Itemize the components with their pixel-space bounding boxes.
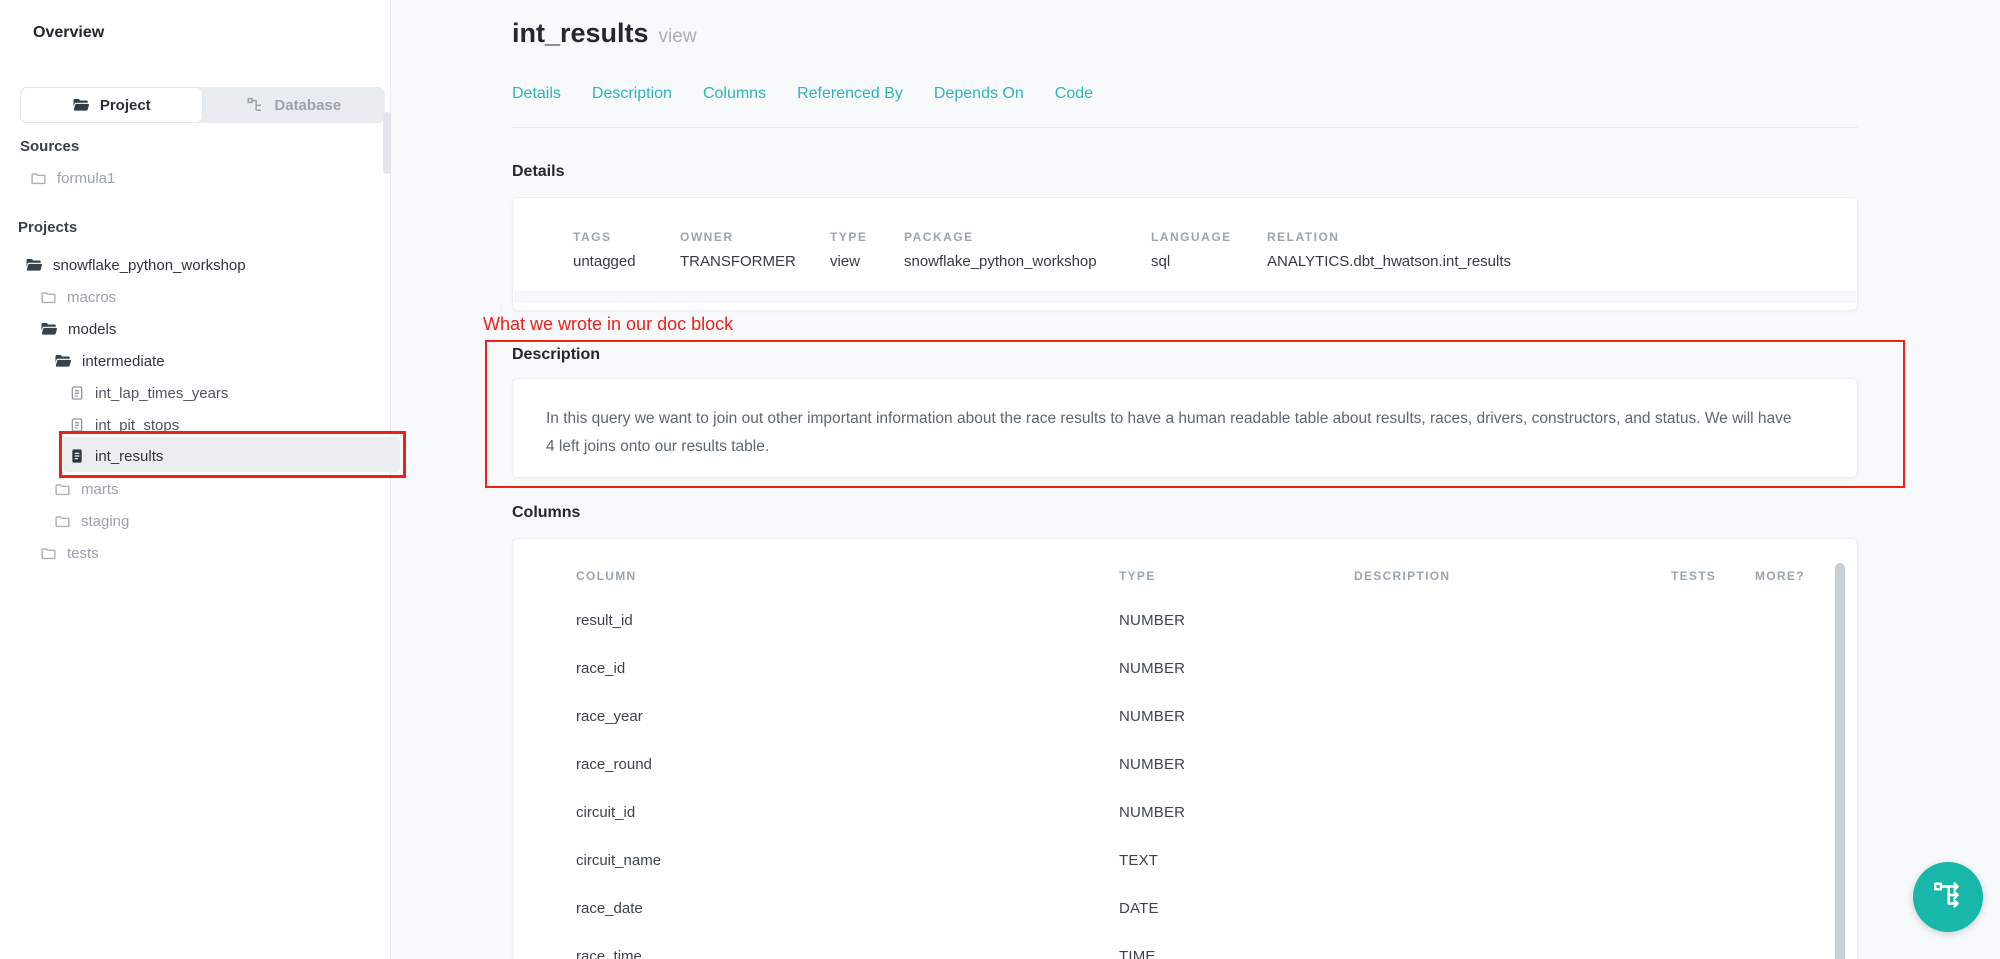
sidebar-scrollbar[interactable] [383, 112, 391, 174]
columns-table-body: result_id NUMBER race_id NUMBER race_yea… [513, 596, 1857, 959]
tab-depends-on[interactable]: Depends On [934, 85, 1024, 103]
folder-closed-icon [40, 289, 57, 306]
model-name: int_results [512, 18, 649, 48]
tab-details[interactable]: Details [512, 85, 561, 103]
table-row-result-id[interactable]: result_id NUMBER [513, 596, 1857, 644]
toggle-database-label: Database [274, 97, 341, 114]
columns-card: COLUMN TYPE DESCRIPTION TESTS MORE? resu… [512, 538, 1858, 959]
table-row-race-id[interactable]: race_id NUMBER [513, 644, 1857, 692]
folder-open-icon [25, 256, 43, 274]
column-header-description: DESCRIPTION [1354, 569, 1671, 583]
toggle-project-label: Project [100, 97, 151, 114]
toggle-database-button[interactable]: Database [203, 87, 386, 123]
column-header-type: TYPE [1119, 569, 1354, 583]
sidebar-item-macros[interactable]: macros [40, 282, 116, 312]
folder-open-icon [40, 320, 58, 338]
view-toggle: Project Database [20, 87, 385, 123]
sidebar-item-staging[interactable]: staging [54, 506, 129, 536]
sidebar-item-label: tests [67, 545, 99, 562]
sidebar-item-label: int_lap_times_years [95, 385, 228, 402]
sidebar-item-label: intermediate [82, 353, 165, 370]
tab-columns[interactable]: Columns [703, 85, 766, 103]
dbt-docs-app: Overview Project Database Sources formul… [0, 0, 2000, 959]
details-fields: TAGS untagged OWNER TRANSFORMER TYPE vie… [513, 198, 1857, 270]
folder-open-icon [54, 352, 72, 370]
tab-bar: Details Description Columns Referenced B… [512, 85, 1093, 103]
tab-referenced-by[interactable]: Referenced By [797, 85, 903, 103]
detail-field-owner: OWNER TRANSFORMER [680, 230, 830, 270]
page-title: int_results view [512, 18, 697, 49]
table-row-race-round[interactable]: race_round NUMBER [513, 740, 1857, 788]
sidebar-item-snowflake-python-workshop[interactable]: snowflake_python_workshop [25, 250, 246, 280]
sidebar-item-label: snowflake_python_workshop [53, 257, 246, 274]
tab-code[interactable]: Code [1055, 85, 1093, 103]
detail-field-language: LANGUAGE sql [1151, 230, 1267, 270]
lineage-graph-icon [1931, 878, 1965, 917]
document-icon [69, 385, 85, 401]
details-card-footer [514, 291, 1856, 303]
table-row-race-time[interactable]: race_time TIME [513, 932, 1857, 959]
detail-field-type: TYPE view [830, 230, 904, 270]
sources-section-label: Sources [20, 138, 79, 155]
columns-scrollbar[interactable] [1835, 563, 1845, 959]
table-row-circuit-id[interactable]: circuit_id NUMBER [513, 788, 1857, 836]
folder-closed-icon [54, 513, 71, 530]
sidebar: Overview Project Database Sources formul… [0, 0, 391, 959]
detail-field-package: PACKAGE snowflake_python_workshop [904, 230, 1151, 270]
folder-closed-icon [30, 170, 47, 187]
folder-closed-icon [54, 481, 71, 498]
folder-closed-icon [40, 545, 57, 562]
details-card: TAGS untagged OWNER TRANSFORMER TYPE vie… [512, 197, 1858, 311]
projects-section-label: Projects [18, 219, 77, 236]
column-header-column: COLUMN [576, 569, 1119, 583]
columns-table-header: COLUMN TYPE DESCRIPTION TESTS MORE? [513, 569, 1857, 583]
detail-field-tags: TAGS untagged [573, 230, 680, 270]
table-row-race-year[interactable]: race_year NUMBER [513, 692, 1857, 740]
annotation-box-sidebar [59, 431, 406, 478]
sidebar-item-formula1[interactable]: formula1 [30, 163, 115, 193]
sidebar-title: Overview [33, 24, 104, 42]
sidebar-item-marts[interactable]: marts [54, 474, 119, 504]
header-divider [512, 127, 1858, 128]
annotation-box-description [485, 340, 1905, 488]
toggle-project-button[interactable]: Project [20, 87, 203, 123]
table-row-race-date[interactable]: race_date DATE [513, 884, 1857, 932]
sidebar-item-label: marts [81, 481, 119, 498]
sidebar-item-label: staging [81, 513, 129, 530]
column-header-tests: TESTS [1671, 569, 1755, 583]
sidebar-item-label: models [68, 321, 116, 338]
folder-open-icon [72, 96, 90, 114]
database-tree-icon [246, 96, 264, 114]
sidebar-item-intermediate[interactable]: intermediate [54, 346, 165, 376]
sidebar-item-models[interactable]: models [40, 314, 116, 344]
columns-section-heading: Columns [512, 504, 580, 522]
view-lineage-button[interactable] [1913, 862, 1983, 932]
sidebar-item-label: macros [67, 289, 116, 306]
tab-description[interactable]: Description [592, 85, 672, 103]
details-section-heading: Details [512, 163, 564, 181]
model-type-badge: view [659, 26, 697, 47]
sidebar-item-label: formula1 [57, 170, 115, 187]
detail-field-relation: RELATION ANALYTICS.dbt_hwatson.int_resul… [1267, 230, 1511, 270]
sidebar-item-tests[interactable]: tests [40, 538, 99, 568]
table-row-circuit-name[interactable]: circuit_name TEXT [513, 836, 1857, 884]
annotation-text: What we wrote in our doc block [483, 314, 733, 335]
sidebar-item-int-lap-times-years[interactable]: int_lap_times_years [69, 378, 228, 408]
